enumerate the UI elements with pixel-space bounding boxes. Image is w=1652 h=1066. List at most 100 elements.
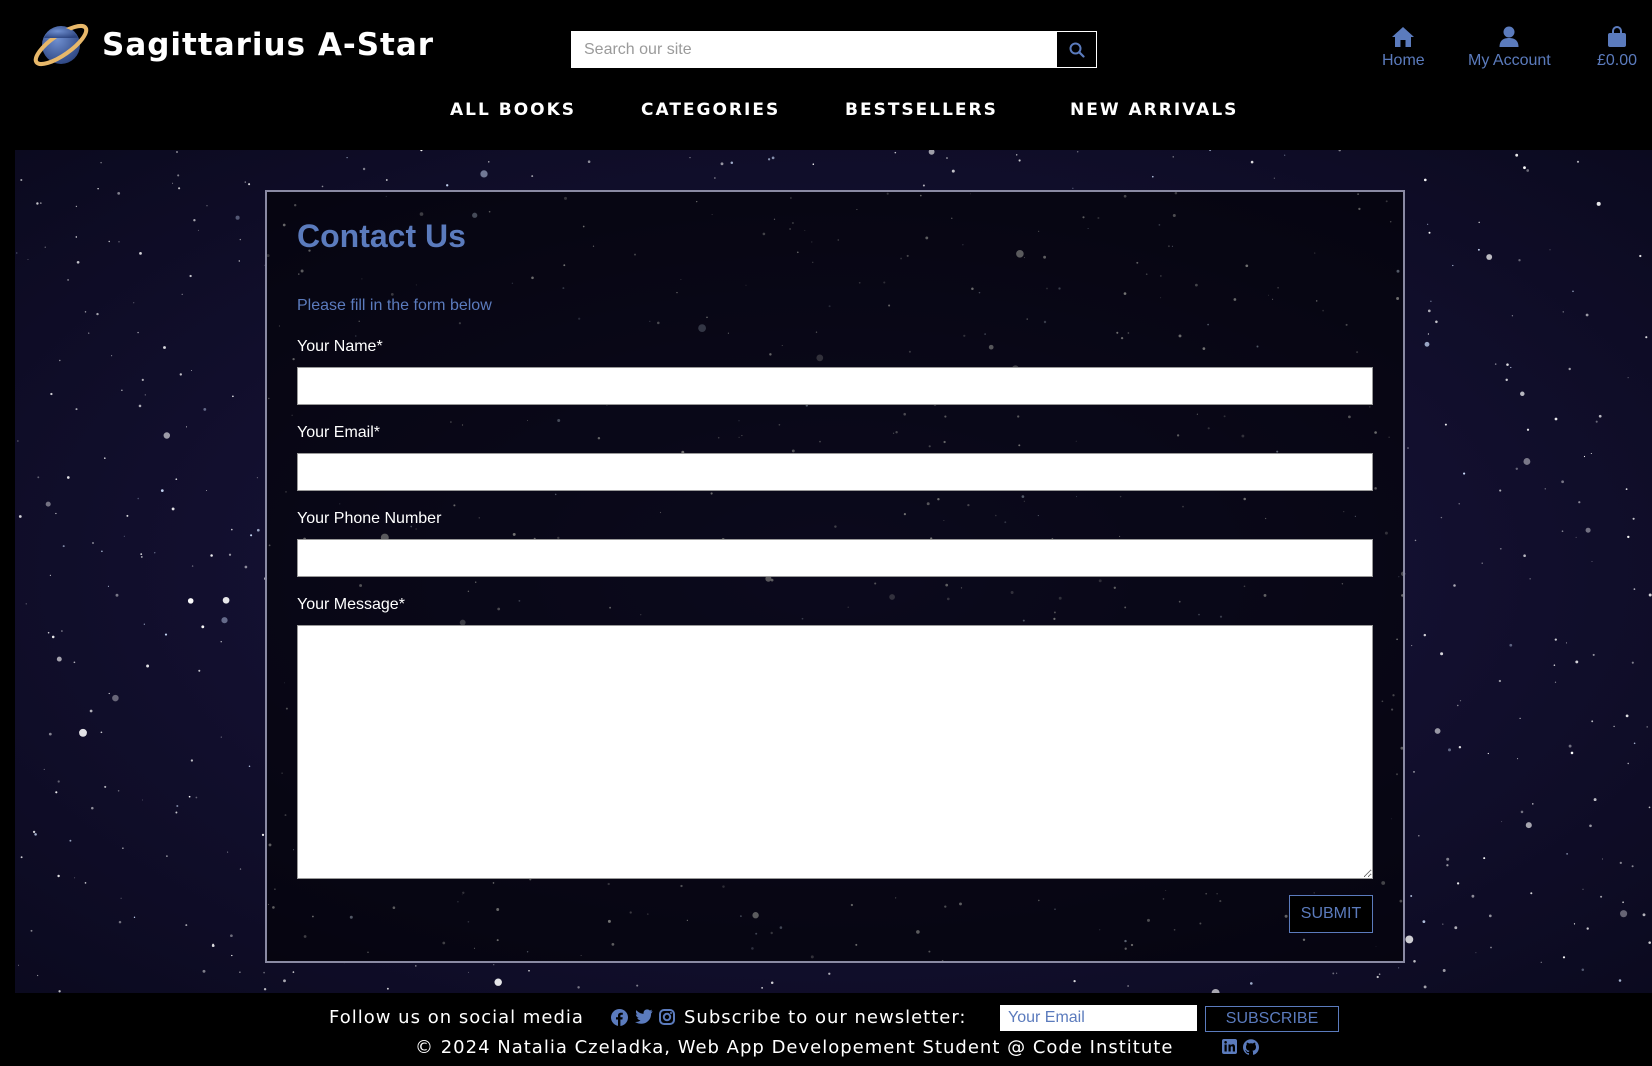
star — [185, 426, 188, 428]
shopping-bag-link[interactable]: £0.00 — [1597, 26, 1637, 70]
star — [1561, 480, 1564, 484]
home-icon — [1392, 27, 1415, 47]
star — [140, 555, 143, 558]
star — [1477, 248, 1480, 251]
star — [201, 625, 205, 629]
submit-button[interactable]: SUBMIT — [1289, 895, 1373, 933]
star — [587, 160, 591, 163]
star — [160, 489, 164, 492]
star — [1430, 300, 1432, 302]
planet-logo-icon — [33, 23, 89, 67]
star — [1249, 982, 1253, 985]
star — [18, 964, 19, 966]
star — [1598, 414, 1602, 418]
email-label: Your Email* — [297, 424, 381, 441]
star — [714, 177, 716, 179]
star — [62, 545, 65, 548]
subscribe-button[interactable]: SUBSCRIBE — [1205, 1006, 1339, 1032]
star — [1498, 679, 1502, 683]
star — [1540, 961, 1542, 963]
home-link[interactable]: Home — [1382, 26, 1425, 70]
site-logo[interactable]: Sagittarius A-Star — [30, 14, 434, 76]
star — [1483, 857, 1486, 860]
star — [1627, 377, 1629, 379]
star — [140, 553, 143, 555]
star — [84, 882, 87, 884]
name-field[interactable] — [297, 367, 1373, 405]
star — [164, 633, 168, 636]
instagram-icon[interactable] — [659, 1009, 675, 1025]
star — [191, 565, 194, 567]
email-field[interactable] — [297, 453, 1373, 491]
star — [20, 856, 23, 859]
star — [96, 312, 99, 316]
star — [51, 635, 55, 639]
star — [1414, 539, 1417, 542]
star — [100, 731, 103, 734]
linkedin-icon[interactable] — [1222, 1039, 1237, 1054]
star — [232, 395, 234, 398]
star — [228, 553, 232, 556]
star — [720, 162, 724, 166]
star — [154, 552, 156, 554]
star — [45, 501, 51, 507]
star — [1453, 584, 1456, 587]
star — [66, 476, 70, 479]
phone-field[interactable] — [297, 539, 1373, 577]
star — [171, 507, 175, 511]
star — [1517, 758, 1519, 760]
star — [187, 598, 194, 604]
star — [206, 490, 208, 492]
star — [1423, 985, 1427, 989]
star — [1601, 858, 1603, 860]
star — [39, 202, 42, 204]
page-title: Contact Us — [297, 218, 466, 254]
star — [1613, 725, 1615, 728]
star — [108, 692, 110, 695]
twitter-icon[interactable] — [635, 1009, 653, 1025]
star — [1583, 455, 1586, 458]
star — [50, 392, 53, 396]
star — [244, 181, 247, 183]
message-field[interactable] — [297, 625, 1373, 879]
name-label: Your Name* — [297, 338, 383, 355]
star — [238, 260, 241, 262]
nav-categories[interactable]: CATEGORIES — [641, 100, 780, 120]
star — [261, 833, 265, 837]
star — [69, 839, 72, 842]
star — [1595, 420, 1598, 423]
star — [1568, 744, 1572, 748]
facebook-icon[interactable] — [611, 1009, 628, 1026]
star — [415, 965, 417, 967]
star — [133, 302, 135, 304]
star — [188, 795, 191, 798]
star — [321, 185, 324, 188]
search-button[interactable] — [1056, 31, 1097, 68]
star — [195, 796, 198, 799]
github-icon[interactable] — [1243, 1039, 1259, 1055]
star — [636, 984, 639, 987]
star — [1446, 864, 1449, 867]
search-input[interactable] — [571, 31, 1056, 68]
star — [220, 736, 222, 738]
follow-text: Follow us on social media — [329, 1007, 584, 1028]
nav-bestsellers[interactable]: BESTSELLERS — [845, 100, 998, 120]
star — [1581, 968, 1585, 971]
star — [1633, 742, 1636, 745]
star — [47, 631, 50, 634]
star — [1209, 150, 1212, 152]
star — [1487, 752, 1489, 755]
newsletter-email-input[interactable] — [1000, 1005, 1197, 1031]
star — [16, 252, 18, 254]
star — [1413, 771, 1415, 773]
star — [1422, 920, 1426, 924]
my-account-link[interactable]: My Account — [1468, 26, 1551, 70]
star — [528, 970, 530, 972]
star — [210, 554, 213, 557]
nav-all-books[interactable]: ALL BOOKS — [450, 100, 576, 120]
nav-new-arrivals[interactable]: NEW ARRIVALS — [1070, 100, 1238, 120]
star — [75, 408, 78, 411]
star — [1338, 150, 1341, 152]
star — [202, 969, 206, 973]
star — [1631, 865, 1634, 868]
